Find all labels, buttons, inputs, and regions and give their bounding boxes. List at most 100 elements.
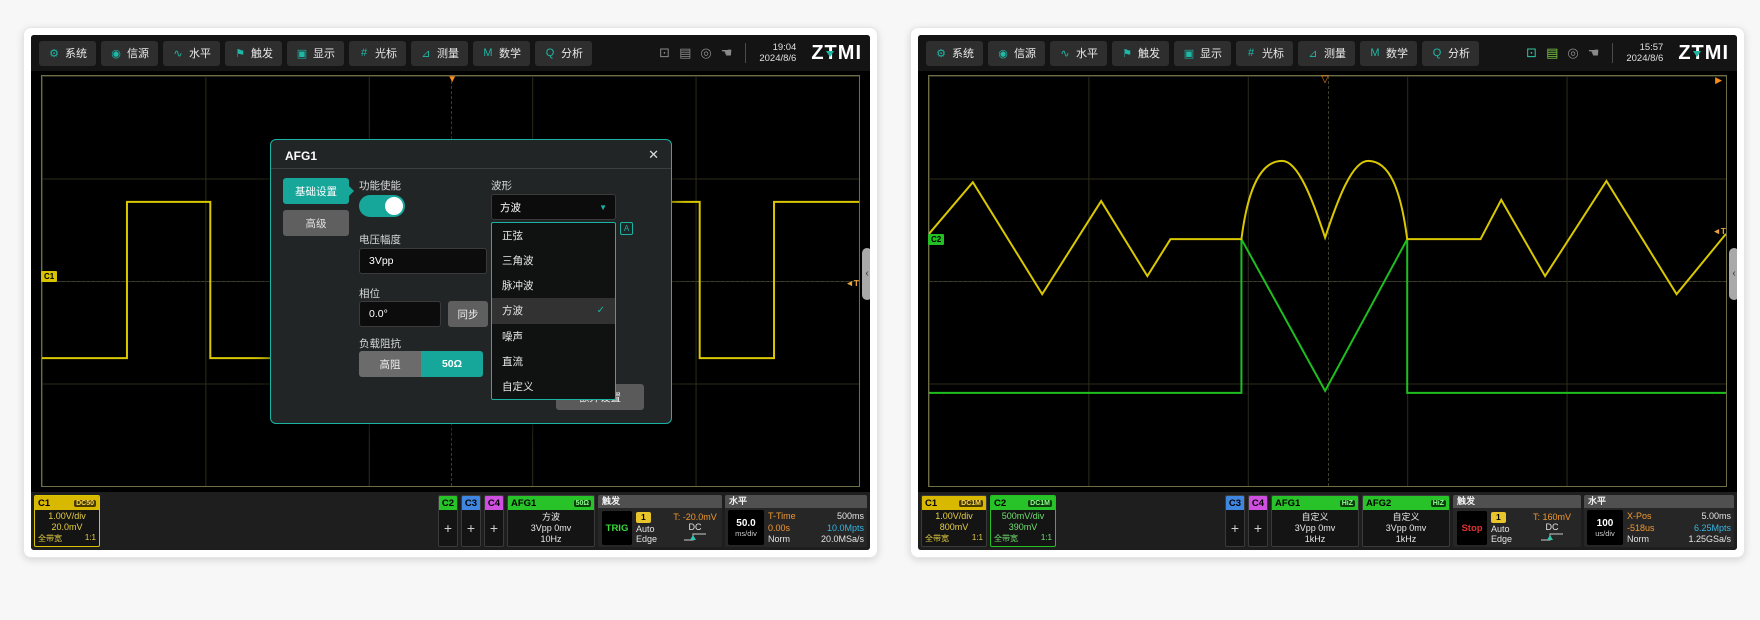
network-status-icon[interactable]: ◎ — [700, 45, 711, 61]
menu-math[interactable]: M数学 — [473, 41, 530, 66]
menu-cursor[interactable]: #光标 — [1236, 41, 1293, 66]
load-50ohm-button[interactable]: 50Ω — [421, 351, 483, 377]
add-channel-button[interactable]: + — [1249, 523, 1267, 534]
menu-math[interactable]: M数学 — [1360, 41, 1417, 66]
logo-accent-icon — [826, 51, 834, 57]
channel2-block[interactable]: C2 + — [438, 495, 458, 547]
load-impedance-segmented: 高阻 50Ω — [359, 351, 483, 377]
trigger-level-marker[interactable]: ◄T — [1712, 226, 1726, 236]
channel1-block[interactable]: C1DC50 1.00V/div 20.0mV 全带宽1:1 — [34, 495, 100, 547]
screen-status-icon[interactable]: ⊡ — [659, 45, 670, 61]
close-icon[interactable]: ✕ — [648, 147, 659, 163]
afg2-block[interactable]: AFG2HiZ 自定义 3Vpp 0mv 1kHz — [1362, 495, 1450, 547]
menu-analysis[interactable]: Q分析 — [535, 41, 592, 66]
menu-horizontal[interactable]: ∿水平 — [1050, 41, 1107, 66]
phase-input[interactable]: 0.0° — [359, 301, 441, 327]
scope-panel-left: ⚙系统 ◉信源 ∿水平 ⚑触发 ▣显示 #光标 ⊿测量 M数学 Q分析 ⊡ ▤ … — [23, 27, 878, 558]
option-dc[interactable]: 直流✓ — [492, 349, 615, 374]
menu-label: 水平 — [189, 45, 211, 61]
trigger-level: T: -20.0mV — [672, 512, 718, 522]
trigger-section[interactable]: 触发 Stop 1 Auto Edge T: 160mV DC — [1453, 495, 1581, 547]
afg-frequency: 1kHz — [1363, 534, 1449, 545]
screen-status-icon[interactable]: ⊡ — [1526, 45, 1537, 61]
h-memory-depth: 10.0Mpts — [810, 523, 864, 533]
status-bar: C1DC1M 1.00V/div 800mV 全带宽1:1 C2DC1M 500… — [918, 492, 1737, 550]
function-enable-toggle[interactable] — [359, 195, 405, 217]
horizontal-section[interactable]: 水平 50.0 ms/div T-Time 0.00s Norm 500ms 1… — [725, 495, 867, 547]
menu-source[interactable]: ◉信源 — [988, 41, 1045, 66]
side-panel-handle[interactable]: ‹ — [1729, 248, 1737, 300]
channel-name: C3 — [465, 498, 477, 509]
side-panel-handle[interactable]: ‹ — [862, 248, 870, 300]
trigger-position-marker[interactable]: ▽ — [1321, 75, 1329, 85]
menu-horizontal[interactable]: ∿水平 — [163, 41, 220, 66]
menu-measure[interactable]: ⊿测量 — [411, 41, 468, 66]
channel3-block[interactable]: C3 + — [461, 495, 481, 547]
waveform-dropdown: 正弦✓ 三角波✓ 脉冲波✓ 方波✓ 噪声✓ 直流✓ 自定义✓ — [491, 222, 616, 400]
logo-accent-icon — [1693, 51, 1701, 57]
monitor-icon: ▣ — [1183, 47, 1195, 60]
scope-panel-right: ⚙系统 ◉信源 ∿水平 ⚑触发 ▣显示 #光标 ⊿测量 M数学 Q分析 ⊡ ▤ … — [910, 27, 1745, 558]
channel2-level-marker[interactable]: C2 — [928, 234, 944, 245]
menu-system[interactable]: ⚙系统 — [39, 41, 96, 66]
option-sine[interactable]: 正弦✓ — [492, 223, 615, 248]
system-tray: ⊡ ▤ ◎ ☚ — [1526, 45, 1599, 61]
option-noise[interactable]: 噪声✓ — [492, 324, 615, 349]
add-channel-button[interactable]: + — [462, 523, 480, 534]
waveform-display[interactable]: ▼ C1 ◄T ‹ AFG1 ✕ 基础设置 高级 功能使能 电压幅度 3Vpp … — [31, 71, 870, 492]
trigger-header: 触发 — [1453, 495, 1581, 508]
menu-label: 数学 — [1386, 45, 1408, 61]
menu-cursor[interactable]: #光标 — [349, 41, 406, 66]
menu-measure[interactable]: ⊿测量 — [1298, 41, 1355, 66]
load-highz-button[interactable]: 高阻 — [359, 351, 421, 377]
afg1-block[interactable]: AFG150Ω 方波 3Vpp 0mv 10Hz — [507, 495, 595, 547]
menu-trigger[interactable]: ⚑触发 — [1112, 41, 1169, 66]
afg1-block[interactable]: AFG1HiZ 自定义 3Vpp 0mv 1kHz — [1271, 495, 1359, 547]
touch-status-icon[interactable]: ☚ — [721, 45, 733, 61]
trigger-section[interactable]: 触发 TRIG 1 Auto Edge T: -20.0mV DC — [598, 495, 722, 547]
usb-status-icon[interactable]: ▤ — [679, 45, 691, 61]
magnifier-icon: Q — [1431, 47, 1443, 59]
amplitude-input[interactable]: 3Vpp — [359, 248, 487, 274]
trigger-source-badge: 1 — [636, 512, 651, 523]
channel2-block[interactable]: C2DC1M 500mV/div 390mV 全带宽1:1 — [990, 495, 1056, 547]
network-status-icon[interactable]: ◎ — [1567, 45, 1578, 61]
trigger-position-marker[interactable]: ▼ — [447, 75, 457, 85]
channel4-block[interactable]: C4 + — [484, 495, 504, 547]
bandwidth-label: 全带宽 — [38, 533, 62, 544]
trigger-level-marker[interactable]: ◄T — [845, 278, 859, 288]
option-custom[interactable]: 自定义✓ — [492, 374, 615, 399]
menu-analysis[interactable]: Q分析 — [1422, 41, 1479, 66]
h-sample-rate: 1.25GSa/s — [1669, 534, 1731, 544]
sync-button[interactable]: 同步 — [448, 301, 488, 327]
menu-display[interactable]: ▣显示 — [1174, 41, 1231, 66]
channel3-block[interactable]: C3 + — [1225, 495, 1245, 547]
tab-basic-settings[interactable]: 基础设置 — [283, 178, 349, 204]
usb-status-icon[interactable]: ▤ — [1546, 45, 1558, 61]
trigger-offscreen-arrow[interactable]: ▶ — [1715, 75, 1722, 86]
flag-icon: ⚑ — [1121, 47, 1133, 60]
timebase-box: 50.0 ms/div — [728, 510, 764, 545]
option-triangle[interactable]: 三角波✓ — [492, 248, 615, 273]
waveform-select[interactable]: 方波 ▼ — [491, 194, 616, 220]
horizontal-header: 水平 — [1584, 495, 1734, 508]
tab-advanced[interactable]: 高级 — [283, 210, 349, 236]
touch-status-icon[interactable]: ☚ — [1588, 45, 1600, 61]
gear-icon: ⚙ — [935, 47, 947, 60]
clock: 15:57 2024/8/6 — [1626, 42, 1663, 64]
afg-amplitude: 3Vpp 0mv — [1363, 523, 1449, 534]
add-channel-button[interactable]: + — [1226, 523, 1244, 534]
option-pulse[interactable]: 脉冲波✓ — [492, 273, 615, 298]
menu-trigger[interactable]: ⚑触发 — [225, 41, 282, 66]
channel1-level-marker[interactable]: C1 — [41, 271, 57, 282]
menu-display[interactable]: ▣显示 — [287, 41, 344, 66]
add-channel-button[interactable]: + — [485, 523, 503, 534]
waveform-display[interactable]: ▽ ▶ C2 ◄T ‹ — [918, 71, 1737, 492]
horizontal-section[interactable]: 水平 100 us/div X-Pos -518us Norm 5.00ms 6… — [1584, 495, 1734, 547]
menu-source[interactable]: ◉信源 — [101, 41, 158, 66]
channel1-block[interactable]: C1DC1M 1.00V/div 800mV 全带宽1:1 — [921, 495, 987, 547]
channel4-block[interactable]: C4 + — [1248, 495, 1268, 547]
option-square[interactable]: 方波✓ — [492, 298, 615, 323]
add-channel-button[interactable]: + — [439, 523, 457, 534]
menu-system[interactable]: ⚙系统 — [926, 41, 983, 66]
